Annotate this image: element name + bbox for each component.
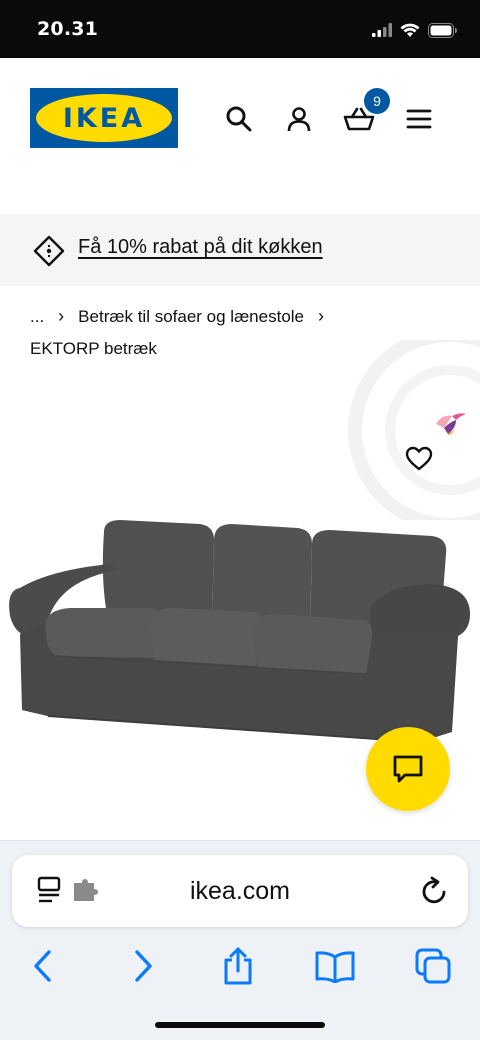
logo-text: IKEA [62,102,146,134]
price-tag-icon [33,235,65,267]
account-button[interactable] [282,102,316,136]
back-button[interactable] [18,941,68,991]
chevron-right-icon [135,950,152,982]
battery-icon [428,22,457,38]
url-text[interactable]: ikea.com [12,877,468,906]
book-icon [315,951,355,983]
breadcrumb-category[interactable]: Betræk til sofaer og lænestole [78,307,304,327]
reload-icon[interactable] [418,875,450,907]
chevron-right-icon: › [58,306,65,326]
browser-chrome: ikea.com [0,840,480,1040]
menu-icon [406,109,432,129]
promo-banner[interactable]: Få 10% rabat på dit køkken [0,214,480,286]
home-indicator [155,1022,325,1028]
share-button[interactable] [213,941,263,991]
address-bar[interactable]: ikea.com [12,855,468,927]
chat-icon [393,755,423,783]
tabs-icon [415,948,451,984]
chevron-right-icon: › [318,306,325,326]
promo-link[interactable]: Få 10% rabat på dit køkken [78,236,323,259]
breadcrumb-ellipsis[interactable]: ... [30,307,44,327]
signal-icon [372,23,392,37]
logo-oval: IKEA [36,94,172,142]
chat-button[interactable] [366,727,450,811]
forward-button[interactable] [118,941,168,991]
chevron-left-icon [34,950,51,982]
status-icons [372,20,458,40]
breadcrumb: ... › Betræk til sofaer og lænestole › [30,306,324,327]
status-bar: 20.31 [0,0,480,58]
cart-count-badge: 9 [364,88,390,114]
tabs-button[interactable] [408,941,458,991]
browser-toolbar [0,941,480,991]
add-to-wishlist-button[interactable] [402,442,436,476]
user-icon [287,107,311,132]
menu-button[interactable] [402,102,436,136]
bookmarks-button[interactable] [310,941,360,991]
wifi-icon [400,23,420,37]
search-button[interactable] [222,102,256,136]
heart-icon [405,446,433,471]
hummingbird-logo-icon [436,413,466,435]
ikea-logo[interactable]: IKEA [30,88,178,148]
status-time: 20.31 [37,18,99,40]
share-icon [224,947,252,985]
product-image-sofa[interactable] [0,510,480,750]
site-header: IKEA 9 [0,58,480,214]
product-title: EKTORP betræk [30,339,157,358]
search-icon [226,106,252,132]
